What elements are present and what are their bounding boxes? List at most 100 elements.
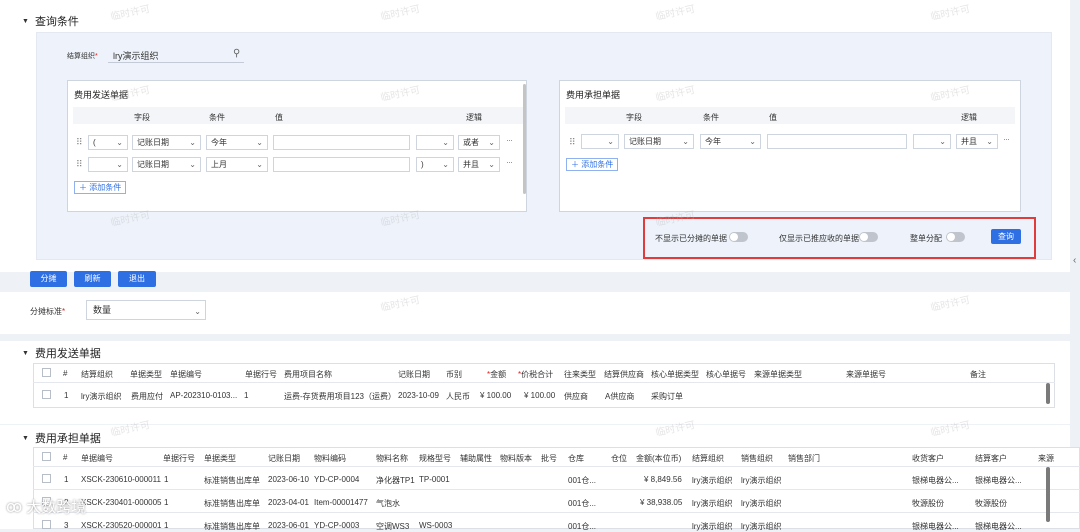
value-input[interactable] [273, 157, 410, 172]
chevron-down-icon: ⌄ [256, 138, 263, 147]
col-remark[interactable]: 备注 [970, 369, 986, 380]
drag-handle-icon[interactable]: ⠿ [76, 137, 83, 148]
add-condition-button[interactable]: ＋ 添加条件 [74, 181, 127, 194]
more-icon[interactable]: ··· [506, 135, 513, 145]
col-source-type[interactable]: 来源单据类型 [754, 369, 802, 380]
query-button[interactable]: 查询 [991, 229, 1021, 244]
col-batch[interactable]: 批号 [541, 453, 557, 464]
value-input[interactable] [767, 134, 907, 149]
allocate-button[interactable]: 分摊 [30, 271, 67, 287]
paren-open-select[interactable]: ⌄ [581, 134, 619, 149]
bear-table-title[interactable]: ▼ 费用承担单据 [22, 430, 101, 446]
col-org[interactable]: 结算组织 [692, 453, 724, 464]
drag-handle-icon[interactable]: ⠿ [569, 137, 576, 148]
cell-type: 标准销售出库单 [204, 522, 260, 531]
cond-select[interactable]: 上月 ⌄ [206, 157, 268, 172]
toggle-whole-allocation[interactable] [946, 232, 965, 242]
collapse-side-arrow-icon[interactable]: ‹ [1073, 255, 1076, 266]
cell-bill-link[interactable]: XSCK-230610-000011 [81, 475, 161, 484]
row-checkbox[interactable] [42, 390, 51, 399]
col-source-no[interactable]: 来源单据号 [846, 369, 886, 380]
cond-select[interactable]: 今年 ⌄ [206, 135, 268, 150]
paren-close-select[interactable]: ⌄ [913, 134, 951, 149]
col-date[interactable]: 记账日期 [398, 369, 430, 380]
send-table-scrollbar[interactable] [1046, 383, 1050, 404]
col-date[interactable]: 记账日期 [268, 453, 300, 464]
chevron-down-icon: ⌄ [116, 160, 123, 169]
select-all-checkbox[interactable] [42, 368, 51, 377]
cell-bill-link[interactable]: AP-202310-0103... [170, 391, 237, 400]
bear-table-scrollbar[interactable] [1046, 467, 1050, 522]
row-divider [33, 489, 1080, 490]
add-condition-button[interactable]: ＋ 添加条件 [566, 158, 619, 171]
col-currency[interactable]: 币别 [446, 369, 462, 380]
more-icon[interactable]: ··· [506, 157, 513, 167]
brand-watermark: ꝏ 大数跨境 [6, 498, 87, 517]
field-select[interactable]: 记账日期 ⌄ [624, 134, 694, 149]
col-line[interactable]: 单据行号 [245, 369, 277, 380]
chevron-down-icon: ⌄ [189, 160, 196, 169]
col-aux[interactable]: 辅助属性 [460, 453, 492, 464]
col-sales-org[interactable]: 销售组织 [741, 453, 773, 464]
org-tree-icon[interactable]: ⚲ [233, 48, 240, 59]
col-settle-customer[interactable]: 结算客户 [975, 453, 1007, 464]
more-icon[interactable]: ··· [1003, 134, 1010, 144]
row-checkbox[interactable] [42, 520, 51, 529]
col-type[interactable]: 单据类型 [130, 369, 162, 380]
table-row: 1 [64, 391, 69, 400]
logic-select[interactable]: 并且 ⌄ [956, 134, 998, 149]
col-amount[interactable]: *金额 [487, 369, 506, 380]
col-spec[interactable]: 规格型号 [419, 453, 451, 464]
send-table-title[interactable]: ▼ 费用发送单据 [22, 345, 101, 361]
org-underline [108, 62, 244, 63]
col-org[interactable]: 结算组织 [81, 369, 113, 380]
col-item[interactable]: 费用项目名称 [284, 369, 332, 380]
col-line[interactable]: 单据行号 [163, 453, 195, 464]
col-core-no[interactable]: 核心单据号 [706, 369, 746, 380]
col-type[interactable]: 单据类型 [204, 453, 236, 464]
col-warehouse[interactable]: 仓库 [568, 453, 584, 464]
send-box-scrollbar[interactable] [523, 84, 526, 194]
col-tax-total[interactable]: *价税合计 [518, 369, 553, 380]
alloc-standard-select[interactable]: 数量 ⌄ [86, 300, 206, 320]
paren-open-select[interactable]: (⌄ [88, 135, 128, 150]
col-material-code[interactable]: 物料编码 [314, 453, 346, 464]
col-material-name[interactable]: 物料名称 [376, 453, 408, 464]
paren-close-select[interactable]: ⌄ [416, 135, 454, 150]
col-amount[interactable]: 金额(本位币) [636, 453, 681, 464]
col-supplier[interactable]: 结算供应商 [604, 369, 644, 380]
bear-table-divider [33, 466, 1080, 467]
select-all-checkbox[interactable] [42, 452, 51, 461]
col-source[interactable]: 来源 [1038, 453, 1054, 464]
col-version[interactable]: 物料版本 [500, 453, 532, 464]
refresh-button[interactable]: 刷新 [74, 271, 111, 287]
cond-select[interactable]: 今年 ⌄ [700, 134, 761, 149]
paren-open-select[interactable]: ⌄ [88, 157, 128, 172]
col-location[interactable]: 仓位 [611, 453, 627, 464]
field-select[interactable]: 记账日期 ⌄ [132, 135, 201, 150]
col-core-type[interactable]: 核心单据类型 [651, 369, 699, 380]
col-sales-dept[interactable]: 销售部门 [788, 453, 820, 464]
chevron-down-icon: ⌄ [442, 160, 449, 169]
drag-handle-icon[interactable]: ⠿ [76, 159, 83, 170]
logic-select[interactable]: 或者 ⌄ [458, 135, 500, 150]
paren-close-select[interactable]: ) ⌄ [416, 157, 454, 172]
col-party-type[interactable]: 往来类型 [564, 369, 596, 380]
value-input[interactable] [273, 135, 410, 150]
cell-sales-org: lry演示组织 [741, 499, 782, 508]
logic-select[interactable]: 并且 ⌄ [458, 157, 500, 172]
query-section-title[interactable]: ▼ 查询条件 [22, 13, 79, 29]
toggle-pushed-receivable[interactable] [859, 232, 878, 242]
plus-icon: ＋ [79, 183, 90, 192]
collapse-triangle-icon[interactable]: ▼ [22, 18, 29, 25]
send-hdr-value: 值 [275, 113, 283, 122]
exit-button[interactable]: 退出 [118, 271, 156, 287]
cell-bill-link[interactable]: XSCK-230401-000005 [81, 498, 162, 507]
chevron-down-icon: ⌄ [986, 137, 993, 146]
field-select[interactable]: 记账日期 ⌄ [132, 157, 201, 172]
col-ship-customer[interactable]: 收货客户 [912, 453, 944, 464]
col-bill[interactable]: 单据编号 [170, 369, 202, 380]
col-bill[interactable]: 单据编号 [81, 453, 113, 464]
toggle-hide-allocated[interactable] [729, 232, 748, 242]
row-checkbox[interactable] [42, 474, 51, 483]
